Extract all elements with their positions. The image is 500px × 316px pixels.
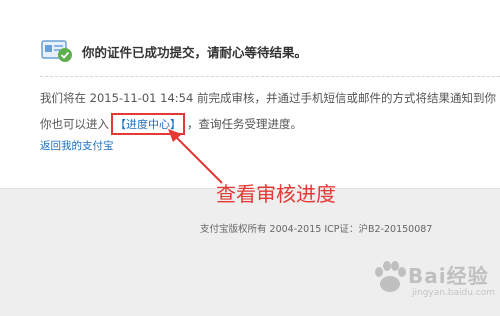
back-to-alipay-link[interactable]: 返回我的支付宝 bbox=[40, 138, 114, 153]
watermark-text: Bai经验 bbox=[408, 264, 489, 288]
review-notice: 我们将在 2015-11-01 14:54 前完成审核，并通过手机短信或邮件的方… bbox=[40, 90, 496, 106]
progress-notice-prefix: 你也可以进入 bbox=[40, 117, 109, 131]
divider bbox=[40, 76, 500, 77]
review-notice-suffix: 前完成审核，并通过手机短信或邮件的方式将结果通知到你 bbox=[193, 91, 496, 105]
review-deadline: 2015-11-01 14:54 bbox=[89, 91, 194, 105]
success-message: 你的证件已成功提交，请耐心等待结果。 bbox=[82, 45, 308, 60]
copyright-footer: 支付宝版权所有 2004-2015 ICP证：沪B2-20150087 bbox=[200, 224, 433, 235]
review-notice-prefix: 我们将在 bbox=[40, 91, 90, 105]
annotation-label: 查看审核进度 bbox=[216, 182, 336, 206]
watermark-url: jingyan.baidu.com bbox=[412, 288, 496, 298]
confirmation-card: 你的证件已成功提交，请耐心等待结果。 我们将在 2015-11-01 14:54… bbox=[0, 0, 500, 189]
baidu-jingyan-watermark: Bai经验 jingyan.baidu.com bbox=[368, 252, 496, 308]
id-card-success-icon bbox=[41, 40, 72, 62]
paw-logo-icon bbox=[375, 261, 406, 292]
